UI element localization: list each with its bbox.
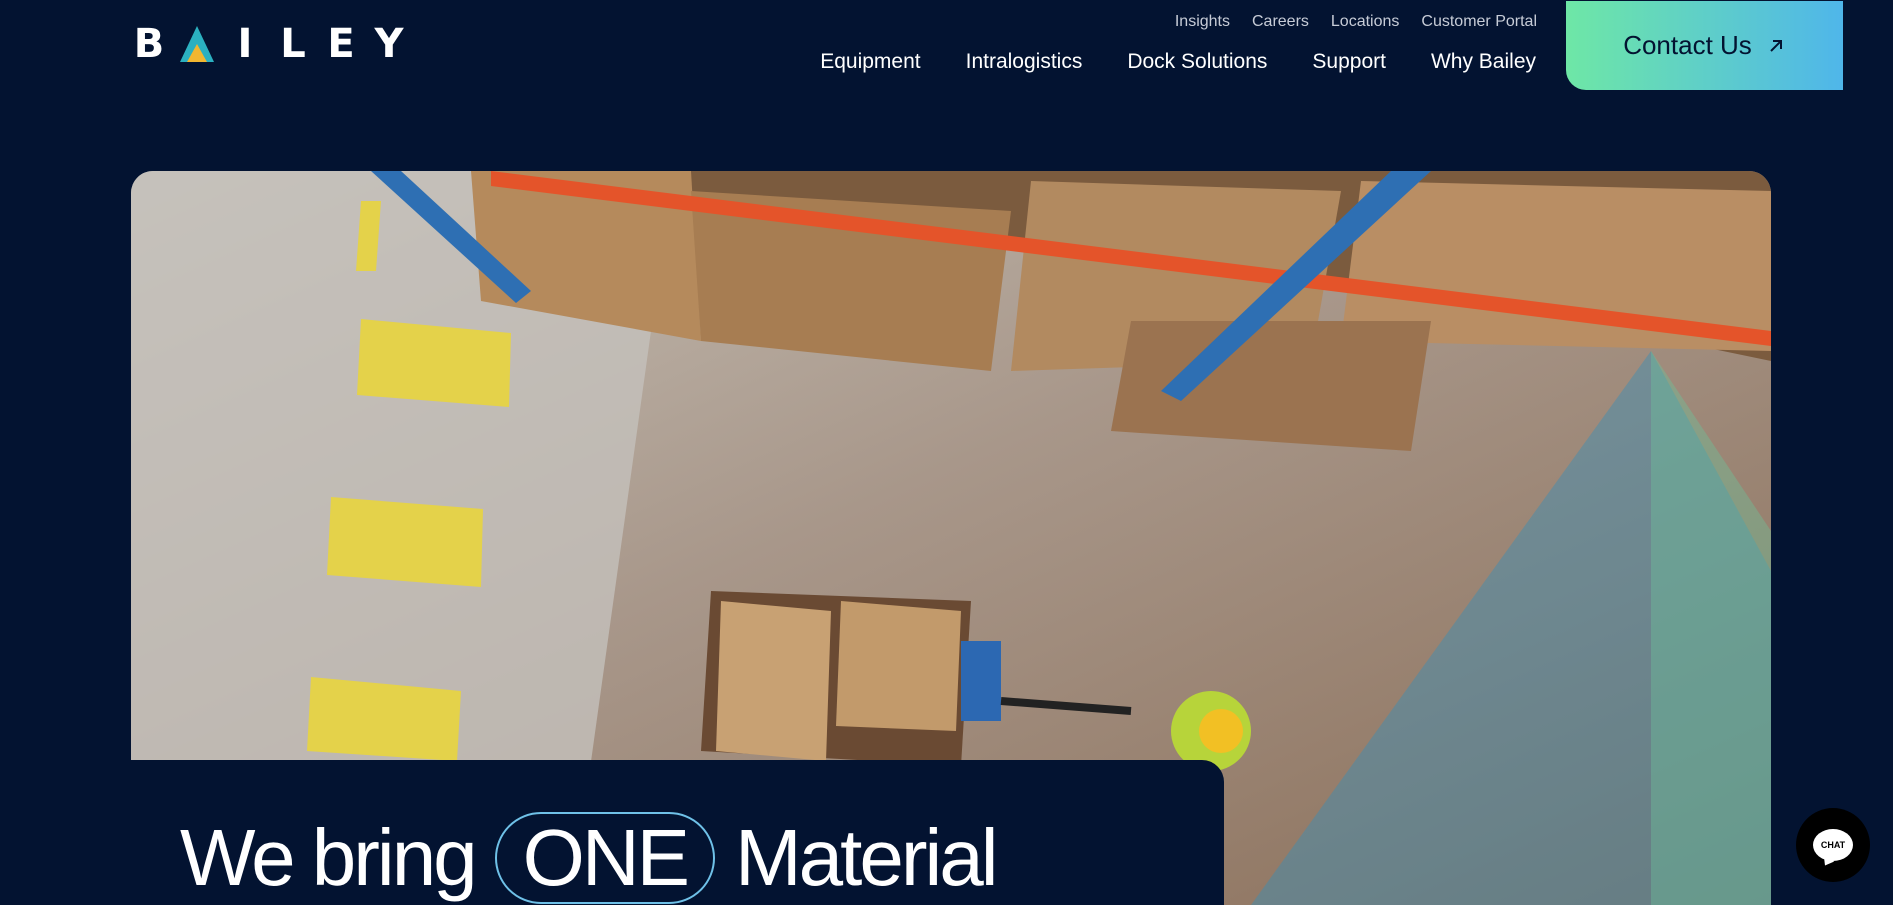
- nav-customer-portal[interactable]: Customer Portal: [1421, 13, 1537, 31]
- bailey-logo[interactable]: B I L E Y: [130, 21, 418, 67]
- logo-letter-e: E: [327, 21, 355, 67]
- nav-dock-solutions[interactable]: Dock Solutions: [1127, 50, 1267, 74]
- headline-before: We bring: [180, 813, 478, 902]
- logo-letter-i: I: [237, 21, 253, 67]
- utility-nav: Insights Careers Locations Customer Port…: [1175, 13, 1537, 31]
- nav-insights[interactable]: Insights: [1175, 13, 1230, 31]
- contact-us-label: Contact Us: [1623, 30, 1752, 60]
- nav-equipment[interactable]: Equipment: [820, 50, 920, 74]
- nav-careers[interactable]: Careers: [1252, 13, 1309, 31]
- contact-us-button[interactable]: Contact Us: [1566, 1, 1843, 90]
- nav-intralogistics[interactable]: Intralogistics: [966, 50, 1083, 74]
- chat-bubble-icon: CHAT: [1813, 829, 1853, 861]
- chat-label: CHAT: [1820, 840, 1846, 850]
- logo-triangle-icon: [180, 26, 214, 62]
- logo-letter-y: Y: [374, 21, 404, 67]
- main-nav: Equipment Intralogistics Dock Solutions …: [820, 50, 1536, 74]
- logo-letter-l: L: [280, 21, 306, 67]
- nav-why-bailey[interactable]: Why Bailey: [1431, 50, 1536, 74]
- headline-pill: ONE: [494, 812, 716, 904]
- logo-letter-b: B: [133, 21, 165, 67]
- headline-after: Material: [735, 813, 999, 902]
- hero-headline: We bring ONE Material: [180, 812, 999, 904]
- chat-button[interactable]: CHAT: [1796, 808, 1870, 882]
- arrow-up-right-icon: [1770, 39, 1782, 52]
- nav-support[interactable]: Support: [1312, 50, 1386, 74]
- nav-locations[interactable]: Locations: [1331, 13, 1400, 31]
